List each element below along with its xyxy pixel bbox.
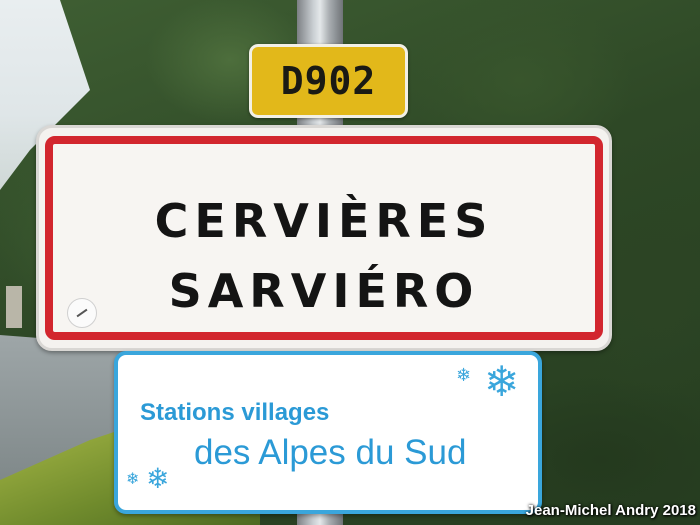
road-number-sign: D902 (249, 44, 408, 118)
snowflake-icon: ❄ (484, 357, 520, 406)
station-sign-line1: Stations villages (140, 399, 330, 426)
sign-scratch-mark (67, 298, 97, 328)
snowflake-icon: ❄ (126, 469, 140, 488)
photo-scene: D902 CERVIÈRES SARVIÉRO Stations village… (0, 0, 700, 525)
station-sign-line2: des Alpes du Sud (194, 433, 467, 472)
road-number-text: D902 (280, 59, 377, 103)
snowflake-icon: ❄ (146, 462, 170, 495)
snowflake-icon: ❄ (456, 365, 472, 386)
photo-credit: Jean-Michel Andry 2018 (525, 502, 696, 519)
town-name-line2: SARVIÉRO (168, 264, 480, 318)
town-sign-red-border: CERVIÈRES SARVIÉRO (45, 136, 603, 340)
town-name-line1: CERVIÈRES (154, 194, 494, 248)
town-entry-sign: CERVIÈRES SARVIÉRO (36, 125, 612, 351)
station-villages-sign: Stations villages des Alpes du Sud ❄ ❄ ❄… (114, 351, 542, 514)
stone-post (6, 286, 22, 328)
